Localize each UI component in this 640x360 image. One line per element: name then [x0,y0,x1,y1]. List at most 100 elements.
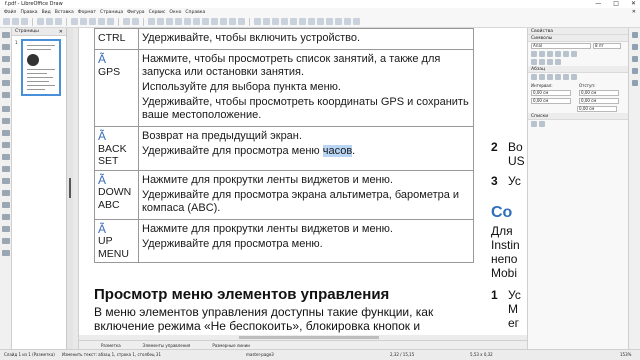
zoom-level[interactable]: 153% [620,352,631,357]
shadow-text-icon[interactable] [563,51,569,57]
navigator-tab-icon[interactable] [632,68,638,74]
table-cell-key[interactable]: Ã BACK SET [94,126,139,171]
valign-top-icon[interactable] [563,74,569,80]
right-line[interactable]: Instin [491,238,520,252]
gallery-tab-icon[interactable] [632,56,638,62]
menu-format[interactable]: Формат [78,10,96,15]
spacing-above-field[interactable]: 0,00 см [531,90,571,96]
minimize-button[interactable]: — [595,0,601,8]
animation-icon[interactable] [353,18,360,25]
paste-icon[interactable] [89,18,96,25]
list-text[interactable]: ег [508,316,519,330]
document-canvas[interactable]: CTRL Удерживайте, чтобы включить устройс… [79,28,527,335]
align-center-icon[interactable] [539,74,545,80]
print-icon[interactable] [55,18,62,25]
ellipse-icon[interactable] [2,130,10,136]
maximize-button[interactable]: □ [613,0,619,8]
bold-icon[interactable] [531,51,537,57]
chart-icon[interactable] [211,18,218,25]
table-icon[interactable] [193,18,200,25]
styles-tab-icon[interactable] [632,44,638,50]
arrow-icon[interactable] [2,142,10,148]
special-character-icon[interactable] [229,18,236,25]
align-icon[interactable] [263,18,270,25]
splitter-grip[interactable] [69,178,71,198]
basic-shapes-icon[interactable] [2,178,10,184]
text-selection[interactable]: часов [322,145,353,157]
table-cell-desc[interactable]: Нажмите для прокрутки ленты виджетов и м… [138,218,474,263]
zoom-icon[interactable] [166,18,173,25]
table-cell-key[interactable]: Ã UP MENU [94,218,139,263]
points-icon[interactable] [317,18,324,25]
font-name-select[interactable]: Arial [531,43,591,49]
indent-before-field[interactable]: 0,00 см [579,90,619,96]
undo-icon[interactable] [123,18,130,25]
close-icon[interactable]: ✕ [59,29,63,35]
table-cell-desc[interactable]: Нажмите для прокрутки ленты виджетов и м… [138,169,474,220]
interaction-icon[interactable] [344,18,351,25]
text-icon[interactable] [2,56,10,62]
menu-edit[interactable]: Правка [20,10,37,15]
line-color-icon[interactable] [2,80,10,86]
tab-layout[interactable]: Разметка [101,343,121,348]
menu-page[interactable]: Страница [100,10,123,15]
spacing-below-field[interactable]: 0,00 см [531,98,571,104]
block-arrows-icon[interactable] [2,202,10,208]
table-cell-desc[interactable]: Удерживайте, чтобы включить устройство. [138,28,474,50]
open-icon[interactable] [12,18,19,25]
table-cell-key[interactable]: Ã DOWN ABC [94,169,139,220]
redo-icon[interactable] [132,18,139,25]
close-document-button[interactable]: ✕ [632,8,636,16]
hyperlink-icon[interactable] [238,18,245,25]
right-heading[interactable]: Co [491,204,512,222]
connector-icon[interactable] [2,166,10,172]
close-window-button[interactable]: ✕ [631,0,636,8]
page-thumbnail[interactable] [21,39,61,96]
font-size-select[interactable]: 8 пт [593,43,621,49]
section-paragraph[interactable]: Абзац [528,66,628,73]
strikethrough-icon[interactable] [555,51,561,57]
export-icon[interactable] [37,18,44,25]
right-line[interactable]: Для [491,224,513,238]
flowchart-icon[interactable] [2,214,10,220]
media-icon[interactable] [220,18,227,25]
bullets-icon[interactable] [531,121,537,127]
3d-objects-icon[interactable] [2,250,10,256]
right-line[interactable]: Mobi [491,266,517,280]
copy-icon[interactable] [80,18,87,25]
shapes-tab-icon[interactable] [632,80,638,86]
font-color-icon[interactable] [531,59,537,65]
section-heading[interactable]: Просмотр меню элементов управления [94,286,389,303]
symbol-shapes-icon[interactable] [2,190,10,196]
table-cell-desc[interactable]: Возврат на предыдущий экран. Удерживайте… [138,126,474,171]
curve-icon[interactable] [2,154,10,160]
image-icon[interactable] [202,18,209,25]
underline-icon[interactable] [547,51,553,57]
italic-icon[interactable] [539,51,545,57]
stars-icon[interactable] [2,238,10,244]
cut-icon[interactable] [71,18,78,25]
scrollbar-thumb[interactable] [239,336,379,339]
helplines-icon[interactable] [157,18,164,25]
save-icon[interactable] [21,18,28,25]
list-text[interactable]: Ус [508,174,521,188]
fill-color-icon[interactable] [2,92,10,98]
first-line-indent-field[interactable]: 0,00 см [577,106,617,112]
clear-icon[interactable] [107,18,114,25]
table-cell-desc[interactable]: Нажмите, чтобы просмотреть список заняти… [138,49,474,127]
tab-dimension-lines[interactable]: Размерные линии [212,343,249,348]
menu-window[interactable]: Окно [169,10,181,15]
decrease-size-icon[interactable] [555,59,561,65]
shadow-icon[interactable] [290,18,297,25]
menu-file[interactable]: Файл [4,10,16,15]
toggle-extrusion-icon[interactable] [335,18,342,25]
properties-tab-icon[interactable] [632,32,638,38]
fontwork-icon[interactable] [184,18,191,25]
textbox-icon[interactable] [175,18,182,25]
menu-tools[interactable]: Сервис [149,10,166,15]
right-line[interactable]: непо [491,252,517,266]
line-icon[interactable] [2,106,10,112]
grid-icon[interactable] [148,18,155,25]
highlight-icon[interactable] [539,59,545,65]
clone-icon[interactable] [98,18,105,25]
